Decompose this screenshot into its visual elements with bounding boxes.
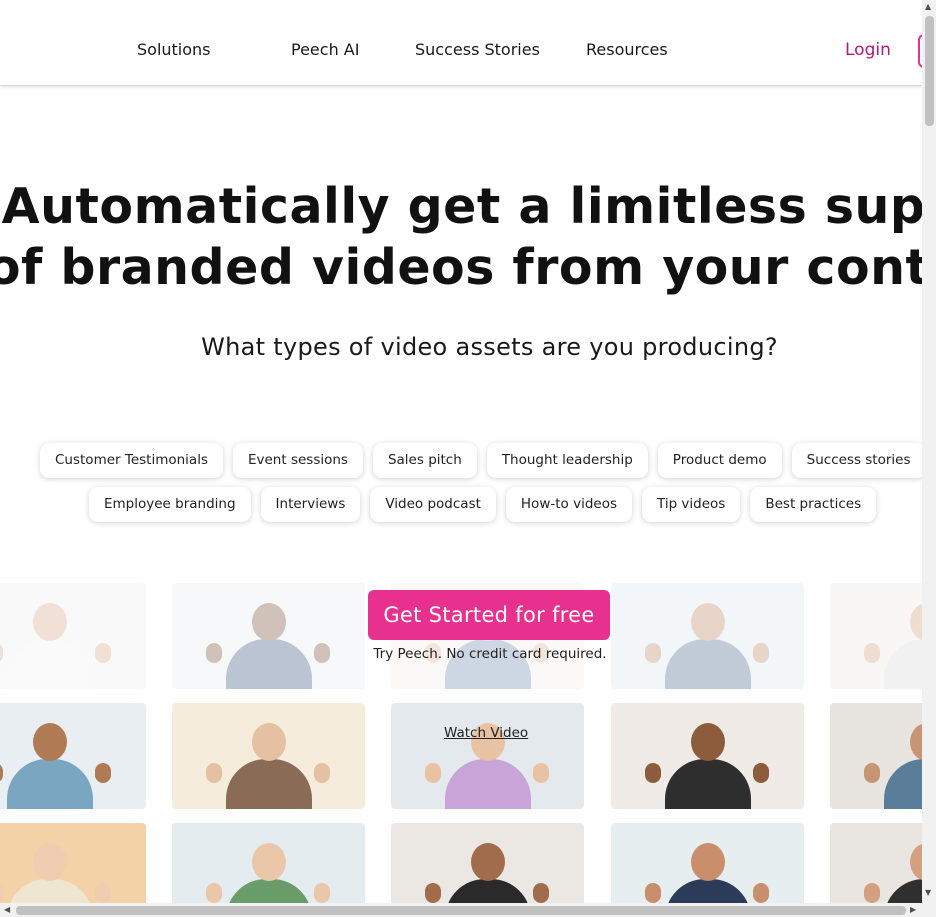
video-thumbnail[interactable] <box>0 703 146 809</box>
hero-headline: Automatically get a limitless suppl of b… <box>0 176 936 298</box>
hero-headline-line1: Automatically get a limitless suppl <box>1 178 936 235</box>
horizontal-scrollbar[interactable]: ◀ ▶ <box>0 903 922 917</box>
chip-tip-videos[interactable]: Tip videos <box>641 487 741 522</box>
nav-success-stories[interactable]: Success Stories <box>415 40 540 59</box>
chip-success-stories[interactable]: Success stories <box>791 443 926 478</box>
video-thumbnail[interactable] <box>611 583 804 689</box>
video-thumbnail[interactable] <box>391 703 584 809</box>
site-header: Solutions Peech AI Success Stories Resou… <box>0 0 936 86</box>
nav-solutions[interactable]: Solutions <box>137 40 211 59</box>
asset-type-chips-row1: Customer Testimonials Event sessions Sal… <box>40 443 926 478</box>
video-thumbnail[interactable] <box>0 583 146 689</box>
scroll-left-icon[interactable]: ◀ <box>4 906 10 914</box>
chip-customer-testimonials[interactable]: Customer Testimonials <box>40 443 223 478</box>
chip-interviews[interactable]: Interviews <box>260 487 361 522</box>
video-thumbnail[interactable] <box>830 583 936 689</box>
video-thumbnail[interactable] <box>830 703 936 809</box>
chip-how-to-videos[interactable]: How-to videos <box>505 487 632 522</box>
chip-video-podcast[interactable]: Video podcast <box>370 487 496 522</box>
chip-product-demo[interactable]: Product demo <box>657 443 782 478</box>
vertical-scroll-thumb[interactable] <box>925 16 934 126</box>
scroll-up-icon[interactable]: ▲ <box>925 3 931 11</box>
nav-resources[interactable]: Resources <box>586 40 668 59</box>
scrollbar-corner <box>922 903 936 917</box>
scroll-down-icon[interactable]: ▼ <box>925 889 931 897</box>
vertical-scrollbar[interactable]: ▲ ▼ <box>922 0 936 903</box>
hero-headline-line2: of branded videos from your conte <box>0 239 936 296</box>
cta-note: Try Peech. No credit card required. <box>373 646 607 662</box>
chip-best-practices[interactable]: Best practices <box>750 487 877 522</box>
horizontal-scroll-thumb[interactable] <box>16 906 906 915</box>
video-thumbnail[interactable] <box>611 703 804 809</box>
video-thumbnail[interactable] <box>172 703 365 809</box>
get-started-button[interactable]: Get Started for free <box>368 590 610 640</box>
hero-subhead: What types of video assets are you produ… <box>201 333 778 361</box>
chip-event-sessions[interactable]: Event sessions <box>232 443 363 478</box>
login-link[interactable]: Login <box>845 40 891 60</box>
nav-peech-ai[interactable]: Peech AI <box>291 40 359 59</box>
asset-type-chips-row2: Employee branding Interviews Video podca… <box>89 487 877 522</box>
chip-sales-pitch[interactable]: Sales pitch <box>372 443 477 478</box>
chip-thought-leadership[interactable]: Thought leadership <box>486 443 648 478</box>
scroll-right-icon[interactable]: ▶ <box>910 906 916 914</box>
chip-employee-branding[interactable]: Employee branding <box>89 487 251 522</box>
watch-video-link[interactable]: Watch Video <box>444 725 528 741</box>
video-thumbnail[interactable] <box>172 583 365 689</box>
